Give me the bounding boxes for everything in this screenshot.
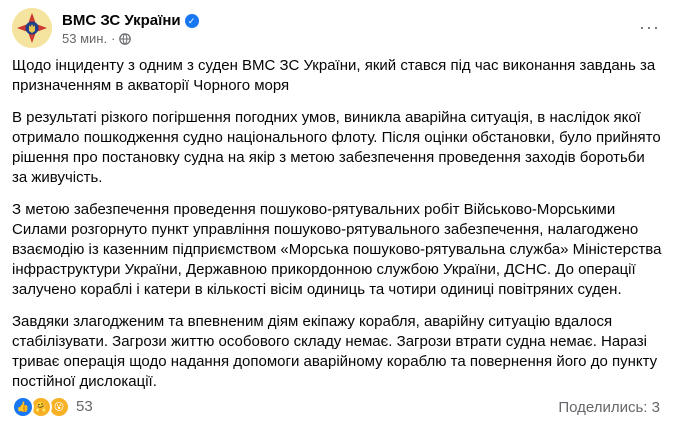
reactions-summary[interactable]: 👍 🤗 😮 53 — [12, 396, 93, 418]
more-options-icon[interactable]: ··· — [639, 18, 660, 36]
post-meta: 53 мин. · — [62, 31, 132, 47]
page-name[interactable]: ВМС ЗС України ✓ — [62, 11, 199, 30]
facebook-post: ВМС ЗС України ✓ 53 мин. · ··· Щодо інци… — [0, 0, 676, 422]
reaction-count[interactable]: 53 — [76, 397, 93, 417]
meta-separator: · — [111, 31, 116, 46]
post-paragraph: З метою забезпечення проведення пошуково… — [12, 201, 662, 298]
shares-count[interactable]: Поделились: 3 — [558, 398, 660, 418]
post-timestamp[interactable]: 53 мин. — [62, 31, 107, 47]
verified-badge-icon: ✓ — [184, 13, 199, 28]
post-footer: 👍 🤗 😮 53 Поделились: 3 — [12, 394, 664, 418]
post-content: Щодо інциденту з одним з суден ВМС ЗС Ук… — [12, 56, 664, 404]
globe-icon — [119, 33, 132, 45]
page-avatar[interactable] — [12, 8, 52, 48]
page-name-text[interactable]: ВМС ЗС України — [62, 11, 181, 30]
like-reaction-icon: 👍 — [12, 396, 34, 418]
post-header: ВМС ЗС України ✓ 53 мин. · ··· — [12, 8, 664, 52]
post-paragraph: В результаті різкого погіршення погодних… — [12, 109, 661, 186]
post-paragraph: Завдяки злагодженим та впевненим діям ек… — [12, 313, 658, 390]
navy-emblem-icon — [12, 8, 52, 48]
post-paragraph: Щодо інциденту з одним з суден ВМС ЗС Ук… — [12, 57, 656, 94]
